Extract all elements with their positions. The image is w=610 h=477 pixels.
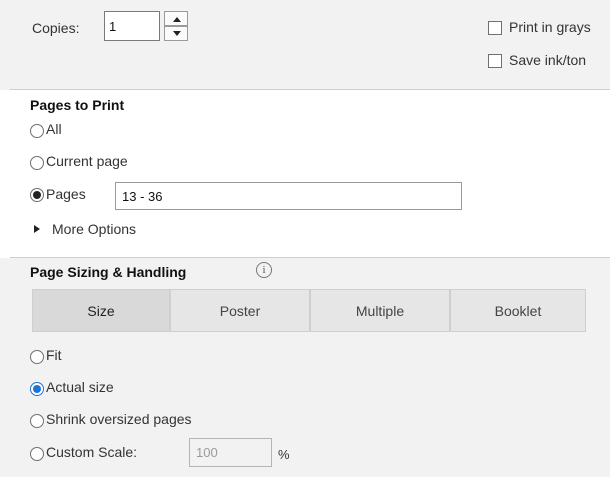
info-icon[interactable]: i bbox=[256, 262, 272, 278]
copies-input[interactable] bbox=[104, 11, 160, 41]
tab-multiple[interactable]: Multiple bbox=[310, 289, 450, 332]
custom-scale-radio[interactable] bbox=[30, 447, 44, 461]
shrink-oversized-label: Shrink oversized pages bbox=[46, 411, 192, 427]
copies-label: Copies: bbox=[32, 20, 80, 36]
divider bbox=[10, 257, 610, 258]
grayscale-checkbox[interactable] bbox=[488, 21, 502, 35]
copies-decrement-button[interactable] bbox=[164, 26, 188, 41]
grayscale-label: Print in grays bbox=[509, 19, 591, 35]
pages-range-input[interactable] bbox=[115, 182, 462, 210]
pages-radio[interactable] bbox=[30, 188, 44, 202]
tab-booklet[interactable]: Booklet bbox=[450, 289, 586, 332]
more-options-toggle[interactable]: More Options bbox=[52, 221, 136, 237]
fit-radio[interactable] bbox=[30, 350, 44, 364]
pages-label: Pages bbox=[46, 186, 86, 202]
all-pages-radio[interactable] bbox=[30, 124, 44, 138]
current-page-radio[interactable] bbox=[30, 156, 44, 170]
copies-increment-button[interactable] bbox=[164, 11, 188, 26]
custom-scale-input[interactable] bbox=[189, 438, 272, 467]
shrink-oversized-radio[interactable] bbox=[30, 414, 44, 428]
expand-triangle-icon[interactable] bbox=[34, 225, 40, 233]
actual-size-radio[interactable] bbox=[30, 382, 44, 396]
all-pages-label: All bbox=[46, 121, 62, 137]
caret-up-icon bbox=[173, 17, 181, 22]
divider bbox=[10, 89, 610, 90]
current-page-label: Current page bbox=[46, 153, 128, 169]
copies-panel bbox=[0, 0, 610, 90]
fit-label: Fit bbox=[46, 347, 62, 363]
save-ink-label: Save ink/ton bbox=[509, 52, 587, 68]
page-sizing-heading: Page Sizing & Handling bbox=[30, 264, 187, 280]
actual-size-label: Actual size bbox=[46, 379, 114, 395]
custom-scale-label: Custom Scale: bbox=[46, 444, 138, 460]
tab-size[interactable]: Size bbox=[32, 289, 170, 332]
save-ink-checkbox[interactable] bbox=[488, 54, 502, 68]
tab-poster[interactable]: Poster bbox=[170, 289, 310, 332]
caret-down-icon bbox=[173, 31, 181, 36]
copies-stepper[interactable] bbox=[164, 11, 188, 41]
percent-label: % bbox=[278, 447, 290, 462]
pages-to-print-heading: Pages to Print bbox=[30, 97, 125, 113]
